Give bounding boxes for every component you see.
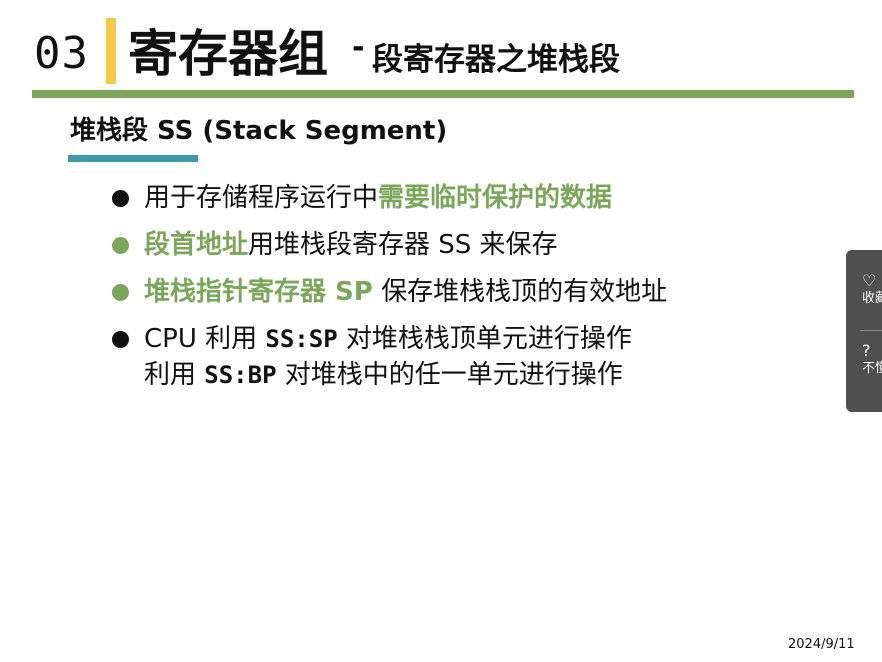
bullet-highlight: 段首地址: [144, 230, 249, 260]
section-heading: 堆栈段 SS (Stack Segment): [70, 116, 448, 146]
bullet-text: CPU 利用: [144, 324, 266, 354]
bullet-dot-icon: [112, 190, 129, 207]
bullet-highlight: 需要临时保护的数据: [378, 183, 613, 213]
bullet-highlight: 堆栈指针寄存器 SP: [144, 277, 373, 307]
heart-icon: ♡: [862, 271, 877, 290]
list-item: 堆栈指针寄存器 SP 保存堆栈栈顶的有效地址: [112, 274, 772, 310]
bullet-dot-icon: [112, 237, 129, 254]
section-number: 03: [34, 28, 89, 79]
register-code: SS:SP: [265, 325, 338, 353]
slide: 03 寄存器组 - 段寄存器之堆栈段 堆栈段 SS (Stack Segment…: [0, 0, 882, 662]
list-item: 用于存储程序运行中需要临时保护的数据: [112, 180, 772, 216]
title-accent-bar: [106, 18, 116, 84]
bullet-line: CPU 利用 SS:SP 对堆栈栈顶单元进行操作: [144, 321, 772, 357]
favorite-button[interactable]: ♡ 收藏: [846, 272, 882, 308]
help-button[interactable]: ? 不懂: [846, 342, 882, 378]
bullet-line: 利用 SS:BP 对堆栈中的任一单元进行操作: [144, 357, 772, 393]
bullet-text: 保存堆栈栈顶的有效地址: [372, 277, 668, 307]
bullet-text: 用于存储程序运行中: [144, 183, 379, 213]
list-item: CPU 利用 SS:SP 对堆栈栈顶单元进行操作 利用 SS:BP 对堆栈中的任…: [112, 321, 772, 393]
bullet-text: 用堆栈段寄存器 SS 来保存: [248, 230, 558, 260]
bullet-list: 用于存储程序运行中需要临时保护的数据 段首地址用堆栈段寄存器 SS 来保存 堆栈…: [112, 180, 772, 404]
section-heading-underline: [68, 155, 198, 162]
bullet-dot-icon: [112, 331, 129, 348]
header-divider: [32, 90, 854, 98]
slide-date: 2024/9/11: [788, 637, 855, 652]
bullet-text: 利用: [144, 360, 205, 390]
side-toolbar: ♡ 收藏 ? 不懂: [846, 250, 882, 412]
page-title: 寄存器组: [128, 25, 328, 83]
favorite-label: 收藏: [862, 291, 882, 306]
toolbar-divider: [860, 330, 882, 331]
bullet-dot-icon: [112, 284, 129, 301]
help-label: 不懂: [862, 361, 882, 376]
page-subtitle: 段寄存器之堆栈段: [372, 42, 620, 78]
title-separator: -: [352, 30, 365, 65]
bullet-text: 对堆栈中的任一单元进行操作: [276, 360, 623, 390]
list-item: 段首地址用堆栈段寄存器 SS 来保存: [112, 227, 772, 263]
question-icon: ?: [862, 341, 871, 360]
bullet-text: 对堆栈栈顶单元进行操作: [337, 324, 632, 354]
register-code: SS:BP: [204, 361, 277, 389]
